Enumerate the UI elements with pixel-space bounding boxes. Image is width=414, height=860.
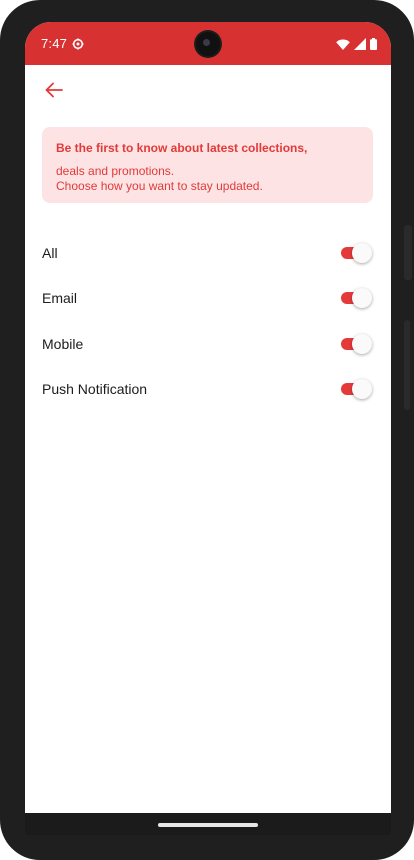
front-camera — [196, 32, 220, 56]
notification-settings-list: All Email Mobile Push Notification — [42, 230, 373, 412]
wifi-icon — [336, 39, 350, 50]
banner-line-1: deals and promotions. — [56, 164, 175, 178]
setting-row-all: All — [42, 230, 373, 276]
toggle-all[interactable] — [341, 242, 372, 263]
battery-icon — [370, 38, 377, 50]
arrow-left-icon — [45, 82, 63, 98]
setting-row-push-notification: Push Notification — [42, 367, 373, 413]
toggle-thumb — [352, 379, 372, 400]
banner-title: Be the first to know about latest collec… — [56, 141, 308, 155]
toggle-thumb — [352, 333, 372, 354]
device-frame: 7:47 Be the first to know about latest c… — [0, 0, 414, 860]
status-time: 7:47 — [41, 36, 68, 51]
toggle-mobile[interactable] — [341, 333, 372, 354]
banner-line-2: Choose how you want to stay updated. — [56, 179, 263, 193]
power-button — [404, 225, 412, 280]
setting-label-all: All — [42, 244, 58, 261]
setting-row-mobile: Mobile — [42, 321, 373, 367]
home-gesture-handle[interactable] — [158, 823, 258, 827]
toggle-thumb — [352, 288, 372, 309]
cell-signal-icon — [354, 38, 366, 50]
system-navigation-bar — [25, 813, 391, 835]
back-button[interactable] — [39, 75, 69, 105]
status-bar: 7:47 — [25, 22, 391, 65]
toggle-push-notification[interactable] — [341, 379, 372, 400]
settings-gear-icon — [72, 38, 84, 50]
volume-button — [404, 320, 410, 410]
app-body: Be the first to know about latest collec… — [25, 65, 391, 835]
setting-label-mobile: Mobile — [42, 335, 84, 352]
setting-row-email: Email — [42, 276, 373, 322]
info-banner: Be the first to know about latest collec… — [42, 127, 373, 203]
setting-label-email: Email — [42, 290, 78, 307]
toggle-thumb — [352, 242, 372, 263]
toggle-email[interactable] — [341, 288, 372, 309]
setting-label-push-notification: Push Notification — [42, 381, 148, 398]
app-screen: 7:47 Be the first to know about latest c… — [25, 22, 391, 835]
status-icons — [336, 37, 377, 51]
